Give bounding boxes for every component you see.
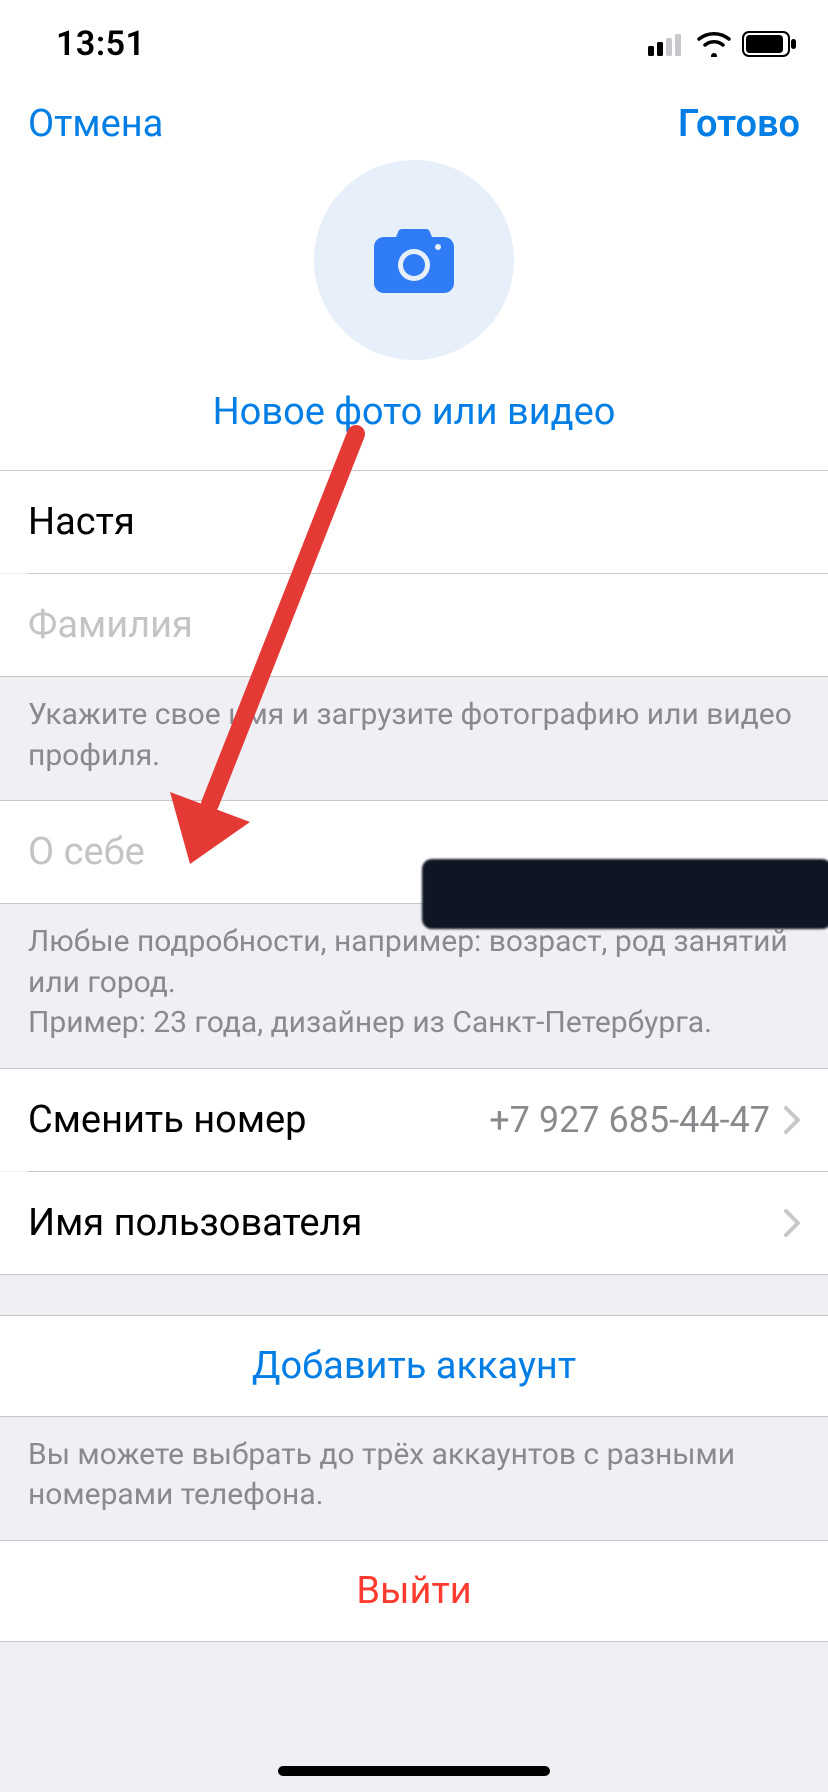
last-name-row[interactable] xyxy=(0,574,828,676)
logout-button[interactable]: Выйти xyxy=(356,1569,471,1613)
username-label: Имя пользователя xyxy=(28,1201,362,1245)
camera-icon xyxy=(374,225,454,295)
cancel-button[interactable]: Отмена xyxy=(28,102,163,146)
status-bar: 13:51 xyxy=(0,0,828,88)
cellular-icon xyxy=(648,32,686,56)
done-button[interactable]: Готово xyxy=(678,102,800,146)
add-account-button[interactable]: Добавить аккаунт xyxy=(252,1344,576,1388)
battery-icon xyxy=(742,31,798,57)
home-indicator xyxy=(278,1766,550,1776)
chevron-right-icon xyxy=(784,1209,800,1237)
status-icons xyxy=(648,31,798,57)
avatar-placeholder[interactable] xyxy=(314,160,514,360)
status-time: 13:51 xyxy=(56,24,145,64)
chevron-right-icon xyxy=(784,1106,800,1134)
new-photo-button[interactable]: Новое фото или видео xyxy=(213,390,616,434)
header: Отмена Готово Новое фото или видео xyxy=(0,88,828,470)
add-account-row[interactable]: Добавить аккаунт xyxy=(0,1316,828,1416)
logout-row[interactable]: Выйти xyxy=(0,1541,828,1641)
bio-hint-line1: Любые подробности, например: возраст, ро… xyxy=(28,924,788,1000)
wifi-icon xyxy=(696,31,732,57)
change-number-value: +7 927 685-44-47 xyxy=(489,1099,770,1141)
separator xyxy=(0,1641,828,1642)
bio-hint-line2: Пример: 23 года, дизайнер из Санкт-Петер… xyxy=(28,1005,712,1040)
change-number-row[interactable]: Сменить номер +7 927 685-44-47 xyxy=(0,1069,828,1171)
name-hint: Укажите свое имя и загрузите фотографию … xyxy=(0,677,828,800)
username-row[interactable]: Имя пользователя xyxy=(0,1172,828,1274)
change-number-label: Сменить номер xyxy=(28,1098,307,1142)
last-name-input[interactable] xyxy=(28,603,800,647)
first-name-row[interactable] xyxy=(0,471,828,573)
redaction-overlay xyxy=(422,859,828,929)
accounts-hint: Вы можете выбрать до трёх аккаунтов с ра… xyxy=(0,1417,828,1540)
first-name-input[interactable] xyxy=(28,500,800,544)
spacer xyxy=(0,1275,828,1315)
